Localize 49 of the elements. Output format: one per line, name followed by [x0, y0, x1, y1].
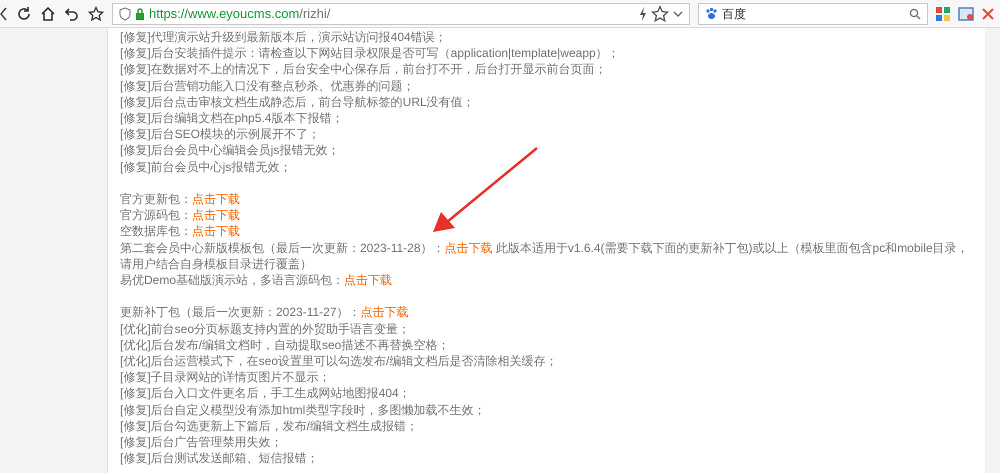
- changelog-line: [修复]后台自定义模型没有添加html类型字段时，多图懒加载不生效；: [120, 402, 486, 418]
- apps-icon[interactable]: [936, 6, 950, 20]
- download-line: 空数据库包：点击下载: [120, 223, 240, 240]
- changelog-line: [修复]后台点击审核文档生成静态后，前台导航标签的URL没有值；: [120, 94, 475, 110]
- undo-icon[interactable]: [64, 6, 80, 22]
- changelog-line: [修复]后台勾选更新上下篇后，发布/编辑文档生成报错；: [120, 418, 418, 434]
- download-line: 易优Demo基础版演示站，多语言源码包：点击下载: [120, 272, 392, 288]
- back-icon[interactable]: [0, 6, 8, 20]
- changelog-line: [修复]前台会员中心js报错无效；: [120, 158, 292, 175]
- search-field[interactable]: 百度: [698, 2, 928, 24]
- changelog-line: [修复]后台营销功能入口没有整点秒杀、优惠券的问题；: [120, 78, 415, 94]
- download-line: 第二套会员中心新版模板包（最后一次更新：2023-11-28）：点击下载 此版本适用于v1.6.4(需要下载下面的更新补丁包)或以上（模板里面包含pc和mobile目录，请用户结合自身模板目录进行覆盖）: [120, 240, 970, 272]
- refresh-icon[interactable]: [16, 6, 32, 22]
- paw-icon: [705, 7, 718, 20]
- close-icon[interactable]: [982, 8, 994, 20]
- url-text: https://www.eyoucms.com/rizhi/: [149, 4, 330, 23]
- changelog-line: [修复]后台入口文件更名后，手工生成网站地图报404；: [120, 385, 411, 402]
- download-link[interactable]: 点击下载: [360, 305, 408, 320]
- search-icon[interactable]: [909, 8, 921, 20]
- download-link[interactable]: 点击下载: [192, 192, 240, 206]
- changelog-line: [修复]在数据对不上的情况下，后台安全中心保存后，前台打不开，后台打开显示前台页面；: [120, 61, 607, 78]
- download-line: 官方源码包：点击下载: [120, 207, 240, 224]
- changelog-line: [修复]后台安装插件提示：请检查以下网站目录权限是否可写（application|template|weapp）；: [120, 45, 620, 62]
- download-link[interactable]: 点击下载: [344, 273, 392, 288]
- lightning-icon[interactable]: [639, 6, 647, 20]
- download-link[interactable]: 点击下载: [192, 208, 240, 222]
- address-bar[interactable]: https://www.eyoucms.com/rizhi/: [112, 2, 690, 24]
- changelog-line: [优化]后台发布/编辑文档时，自动提取seo描述不再替换空格；: [120, 336, 450, 354]
- download-link[interactable]: 点击下载: [192, 224, 240, 238]
- download-link[interactable]: 点击下载: [444, 240, 492, 255]
- shield-icon: [119, 6, 131, 20]
- home-icon[interactable]: [40, 6, 56, 22]
- changelog-line: [优化]后台运营模式下，在seo设置里可以勾选发布/编辑文档后是否清除相关缓存；: [120, 353, 558, 370]
- changelog-line: [修复]代理演示站升级到最新版本后，演示站访问报404错误；: [120, 29, 447, 46]
- star-icon[interactable]: [88, 6, 104, 22]
- window-icon[interactable]: [958, 6, 974, 20]
- dropdown-icon[interactable]: [673, 10, 683, 18]
- search-engine-label: 百度: [722, 6, 746, 22]
- changelog-line: [优化]前台seo分页标题支持内置的外贸助手语言变量；: [120, 320, 410, 337]
- changelog-line: [修复]后台会员中心编辑会员js报错无效；: [120, 142, 340, 159]
- changelog-line: [修复]后台测试发送邮箱、短信报错；: [120, 450, 319, 466]
- download-line: 更新补丁包（最后一次更新：2023-11-27）：点击下载: [120, 304, 408, 321]
- changelog-line: [修复]子目录网站的详情页图片不显示；: [120, 369, 331, 386]
- changelog-line: [修复]后台广告管理禁用失效；: [120, 434, 283, 450]
- changelog-line: [修复]后台编辑文档在php5.4版本下报错；: [120, 110, 344, 126]
- download-line: 官方更新包：点击下载: [120, 191, 240, 208]
- star-icon[interactable]: [651, 4, 669, 22]
- changelog-line: [修复]后台SEO模块的示例展开不了；: [120, 126, 320, 142]
- lock-icon: [135, 8, 145, 20]
